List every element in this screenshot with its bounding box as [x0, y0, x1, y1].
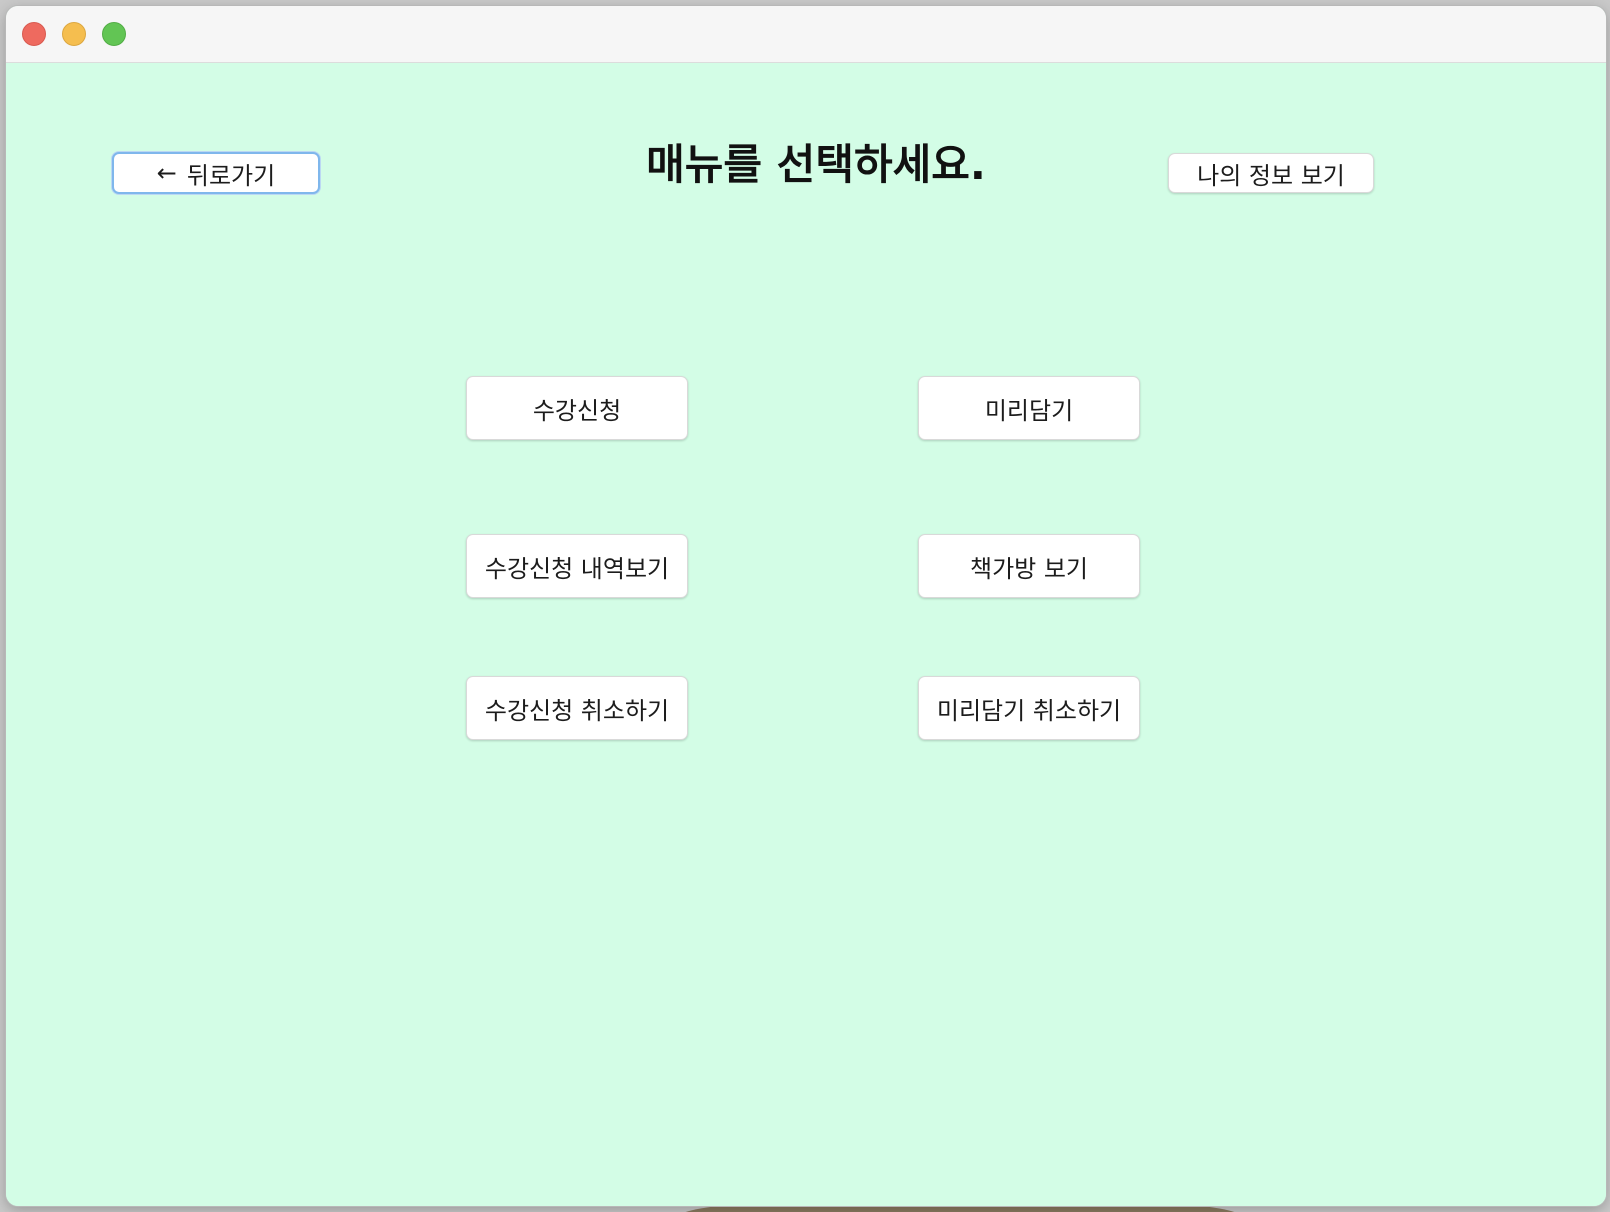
my-info-button-label: 나의 정보 보기 [1197, 161, 1345, 190]
menu-button-label: 미리담기 취소하기 [936, 696, 1122, 725]
page-title: 매뉴를 선택하세요. [646, 140, 986, 189]
close-window-button[interactable] [22, 22, 46, 46]
title-bar [6, 6, 1606, 63]
cancel-pre-cart-button[interactable]: 미리담기 취소하기 [918, 676, 1140, 740]
menu-button-label: 수강신청 내역보기 [484, 554, 670, 583]
menu-button-label: 수강신청 취소하기 [484, 696, 670, 725]
back-button[interactable]: ← 뒤로가기 [112, 152, 320, 194]
menu-button-label: 미리담기 [984, 396, 1074, 425]
main-content: ← 뒤로가기 매뉴를 선택하세요. 나의 정보 보기 수강신청 미리담기 수강신… [6, 63, 1606, 1206]
registration-history-button[interactable]: 수강신청 내역보기 [466, 534, 688, 598]
minimize-window-button[interactable] [62, 22, 86, 46]
left-arrow-icon: ← [156, 159, 177, 187]
course-registration-button[interactable]: 수강신청 [466, 376, 688, 440]
my-info-button[interactable]: 나의 정보 보기 [1168, 153, 1374, 193]
back-button-label: 뒤로가기 [186, 161, 276, 190]
menu-button-label: 수강신청 [532, 396, 622, 425]
app-window: ← 뒤로가기 매뉴를 선택하세요. 나의 정보 보기 수강신청 미리담기 수강신… [6, 6, 1606, 1206]
zoom-window-button[interactable] [102, 22, 126, 46]
menu-button-label: 책가방 보기 [969, 554, 1089, 583]
pre-cart-button[interactable]: 미리담기 [918, 376, 1140, 440]
cancel-registration-button[interactable]: 수강신청 취소하기 [466, 676, 688, 740]
desktop: ← 뒤로가기 매뉴를 선택하세요. 나의 정보 보기 수강신청 미리담기 수강신… [0, 0, 1610, 1212]
view-bag-button[interactable]: 책가방 보기 [918, 534, 1140, 598]
